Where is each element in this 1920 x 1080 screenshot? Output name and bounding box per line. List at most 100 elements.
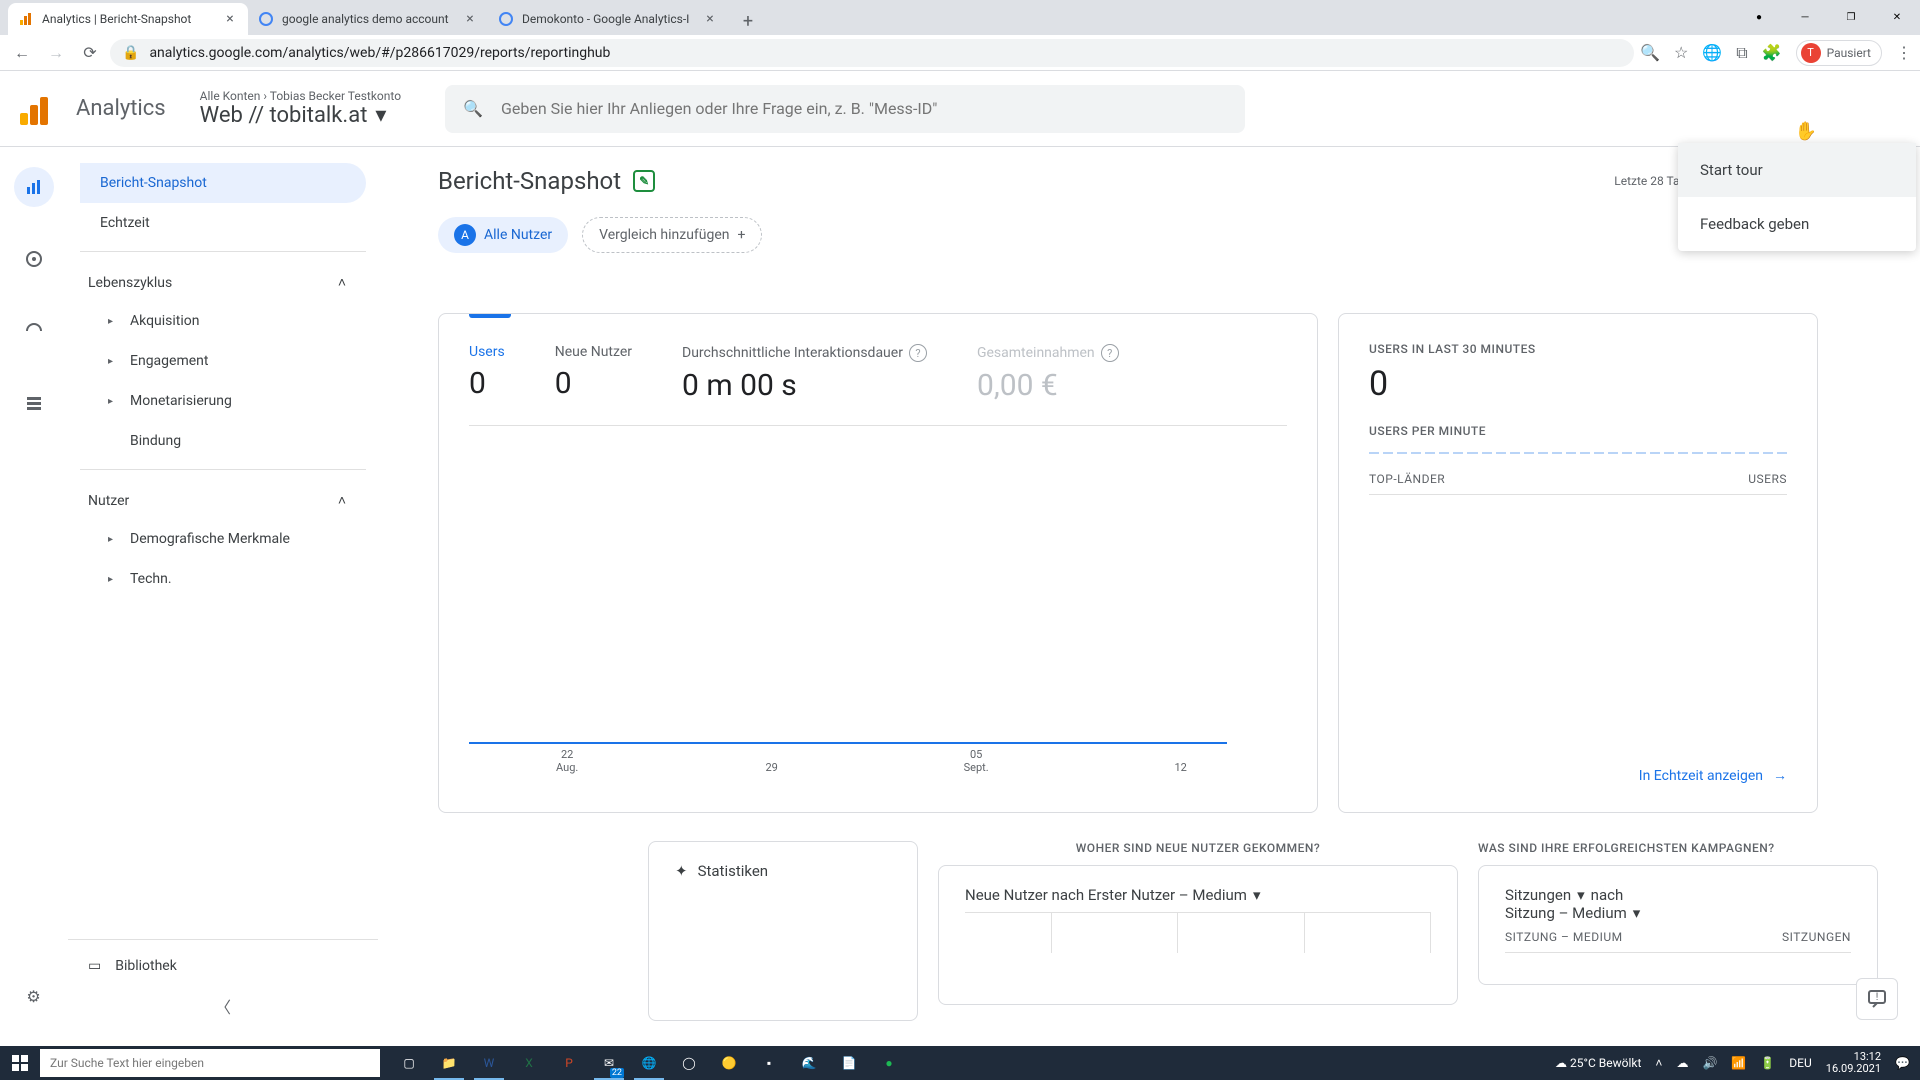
nav-section-lifecycle[interactable]: Lebenszyklus ˄ [80,260,366,301]
edge-icon[interactable]: 🌊 [790,1046,828,1080]
plus-icon: + [738,227,746,243]
nav-demographics[interactable]: ▸Demografische Merkmale [80,519,366,559]
caret-right-icon: ▸ [108,356,120,367]
help-icon[interactable]: ? [1101,344,1119,362]
translate-icon[interactable]: 🌐 [1702,43,1722,62]
caret-right-icon: ▸ [108,534,120,545]
sessions-dimension-picker[interactable]: Sitzungen▾ nach [1505,886,1851,904]
help-popover: Start tour Feedback geben [1678,143,1916,251]
tray-volume-icon[interactable]: 🔊 [1702,1056,1717,1070]
chevron-down-icon: ▾ [375,103,386,128]
profile-dot-icon[interactable]: ● [1736,0,1782,35]
new-tab-button[interactable]: + [734,7,762,35]
segment-all-users-chip[interactable]: A Alle Nutzer [438,217,568,253]
kebab-menu-icon[interactable]: ⋮ [1896,43,1912,62]
metric-engagement-time[interactable]: Durchschnittliche Interaktionsdauer? 0 m… [682,344,927,403]
share-icon[interactable]: ⧉ [1736,43,1747,63]
chevron-up-icon: ˄ [338,492,346,509]
nav-tech[interactable]: ▸Techn. [80,559,366,599]
browser-tab[interactable]: Demokonto - Google Analytics-I × [488,3,728,35]
configure-rail-icon[interactable] [14,383,54,423]
spotify-icon[interactable]: ● [870,1046,908,1080]
new-users-dimension-picker[interactable]: Neue Nutzer nach Erster Nutzer – Medium … [965,886,1431,904]
x-tick: 12 [1174,761,1186,774]
extensions-icon[interactable]: 🧩 [1762,43,1782,62]
tray-language[interactable]: DEU [1789,1056,1811,1070]
profile-chip[interactable]: T Pausiert [1796,40,1882,66]
give-feedback-item[interactable]: Feedback geben [1678,197,1916,251]
tray-chevron-icon[interactable]: ˄ [1655,1056,1662,1070]
word-icon[interactable]: W [470,1046,508,1080]
maximize-button[interactable]: ❐ [1828,0,1874,35]
account-picker[interactable]: Alle Konten › Tobias Becker Testkonto We… [200,89,401,128]
collapse-nav-button[interactable]: 〈 [68,984,378,1028]
powerpoint-icon[interactable]: P [550,1046,588,1080]
nav-realtime[interactable]: Echtzeit [80,203,366,243]
bookmark-star-icon[interactable]: ☆ [1674,43,1688,62]
reports-rail-icon[interactable] [14,167,54,207]
metric-new-users[interactable]: Neue Nutzer 0 [555,344,632,403]
browser-tab[interactable]: google analytics demo account × [248,3,488,35]
task-view-icon[interactable]: ▢ [390,1046,428,1080]
address-bar[interactable]: 🔒 analytics.google.com/analytics/web/#/p… [110,39,1634,67]
new-users-source-card: Neue Nutzer nach Erster Nutzer – Medium … [938,865,1458,1005]
nav-monetization[interactable]: ▸Monetarisierung [80,381,366,421]
google-favicon [498,11,514,27]
customize-report-icon[interactable]: ✎ [633,170,655,192]
tray-wifi-icon[interactable]: 📶 [1731,1056,1746,1070]
forward-button[interactable]: → [42,39,70,67]
send-feedback-button[interactable]: ! [1856,978,1898,1020]
metric-total-revenue[interactable]: Gesamteinnahmen? 0,00 € [977,344,1119,403]
tab-close-icon[interactable]: × [462,11,478,27]
explore-rail-icon[interactable] [14,239,54,279]
analytics-favicon [18,11,34,27]
reload-button[interactable]: ⟳ [76,39,104,67]
notifications-icon[interactable]: 💬 [1895,1056,1910,1070]
taskbar-search[interactable]: Zur Suche Text hier eingeben [40,1049,380,1077]
tab-close-icon[interactable]: × [222,11,238,27]
start-tour-item[interactable]: Start tour [1678,143,1916,197]
minimize-button[interactable]: ─ [1782,0,1828,35]
users-col-header: USERS [1748,472,1787,486]
search-field[interactable]: 🔍 [445,85,1245,133]
insights-card[interactable]: ✦ Statistiken [648,841,918,1021]
svg-text:!: ! [1876,992,1879,1003]
tray-battery-icon[interactable]: 🔋 [1760,1056,1775,1070]
weather-widget[interactable]: ☁ 25°C Bewölkt [1555,1056,1641,1070]
help-icon[interactable]: ? [909,344,927,362]
tab-close-icon[interactable]: × [702,11,718,27]
nav-retention[interactable]: Bindung [80,421,366,461]
app-icon[interactable]: ▪ [750,1046,788,1080]
zoom-icon[interactable]: 🔍 [1640,43,1660,62]
browser-tab-active[interactable]: Analytics | Bericht-Snapshot × [8,3,248,35]
sessions-medium-picker[interactable]: Sitzung – Medium▾ [1505,904,1851,922]
taskbar-clock[interactable]: 13:12 16.09.2021 [1826,1051,1881,1075]
excel-icon[interactable]: X [510,1046,548,1080]
advertising-rail-icon[interactable] [14,311,54,351]
view-realtime-link[interactable]: In Echtzeit anzeigen → [1369,767,1787,784]
overview-metrics-card: Users 0 Neue Nutzer 0 Durchschnittliche … [438,313,1318,813]
obs-icon[interactable]: ◯ [670,1046,708,1080]
nav-acquisition[interactable]: ▸Akquisition [80,301,366,341]
back-button[interactable]: ← [8,39,36,67]
nav-section-user[interactable]: Nutzer ˄ [80,478,366,519]
tab-title: Demokonto - Google Analytics-I [522,12,702,26]
tray-cloud-icon[interactable]: ☁ [1676,1056,1688,1070]
metric-users[interactable]: Users 0 [469,344,505,403]
chevron-up-icon: ˄ [338,274,346,291]
search-input[interactable] [501,99,1227,118]
admin-gear-icon[interactable]: ⚙ [14,976,54,1016]
notepad-icon[interactable]: 📄 [830,1046,868,1080]
x-tick: 05 Sept. [964,748,989,774]
nav-library[interactable]: ▭ Bibliothek [68,948,378,984]
add-comparison-chip[interactable]: Vergleich hinzufügen + [582,217,762,253]
file-explorer-icon[interactable]: 📁 [430,1046,468,1080]
start-button[interactable] [0,1055,40,1071]
mail-icon[interactable]: ✉22 [590,1046,628,1080]
chrome-icon[interactable]: 🌐 [630,1046,668,1080]
nav-engagement[interactable]: ▸Engagement [80,341,366,381]
nav-report-snapshot[interactable]: Bericht-Snapshot [80,163,366,203]
col-sessions: SITZUNGEN [1782,930,1851,944]
app-icon[interactable]: 🟡 [710,1046,748,1080]
close-window-button[interactable]: ✕ [1874,0,1920,35]
